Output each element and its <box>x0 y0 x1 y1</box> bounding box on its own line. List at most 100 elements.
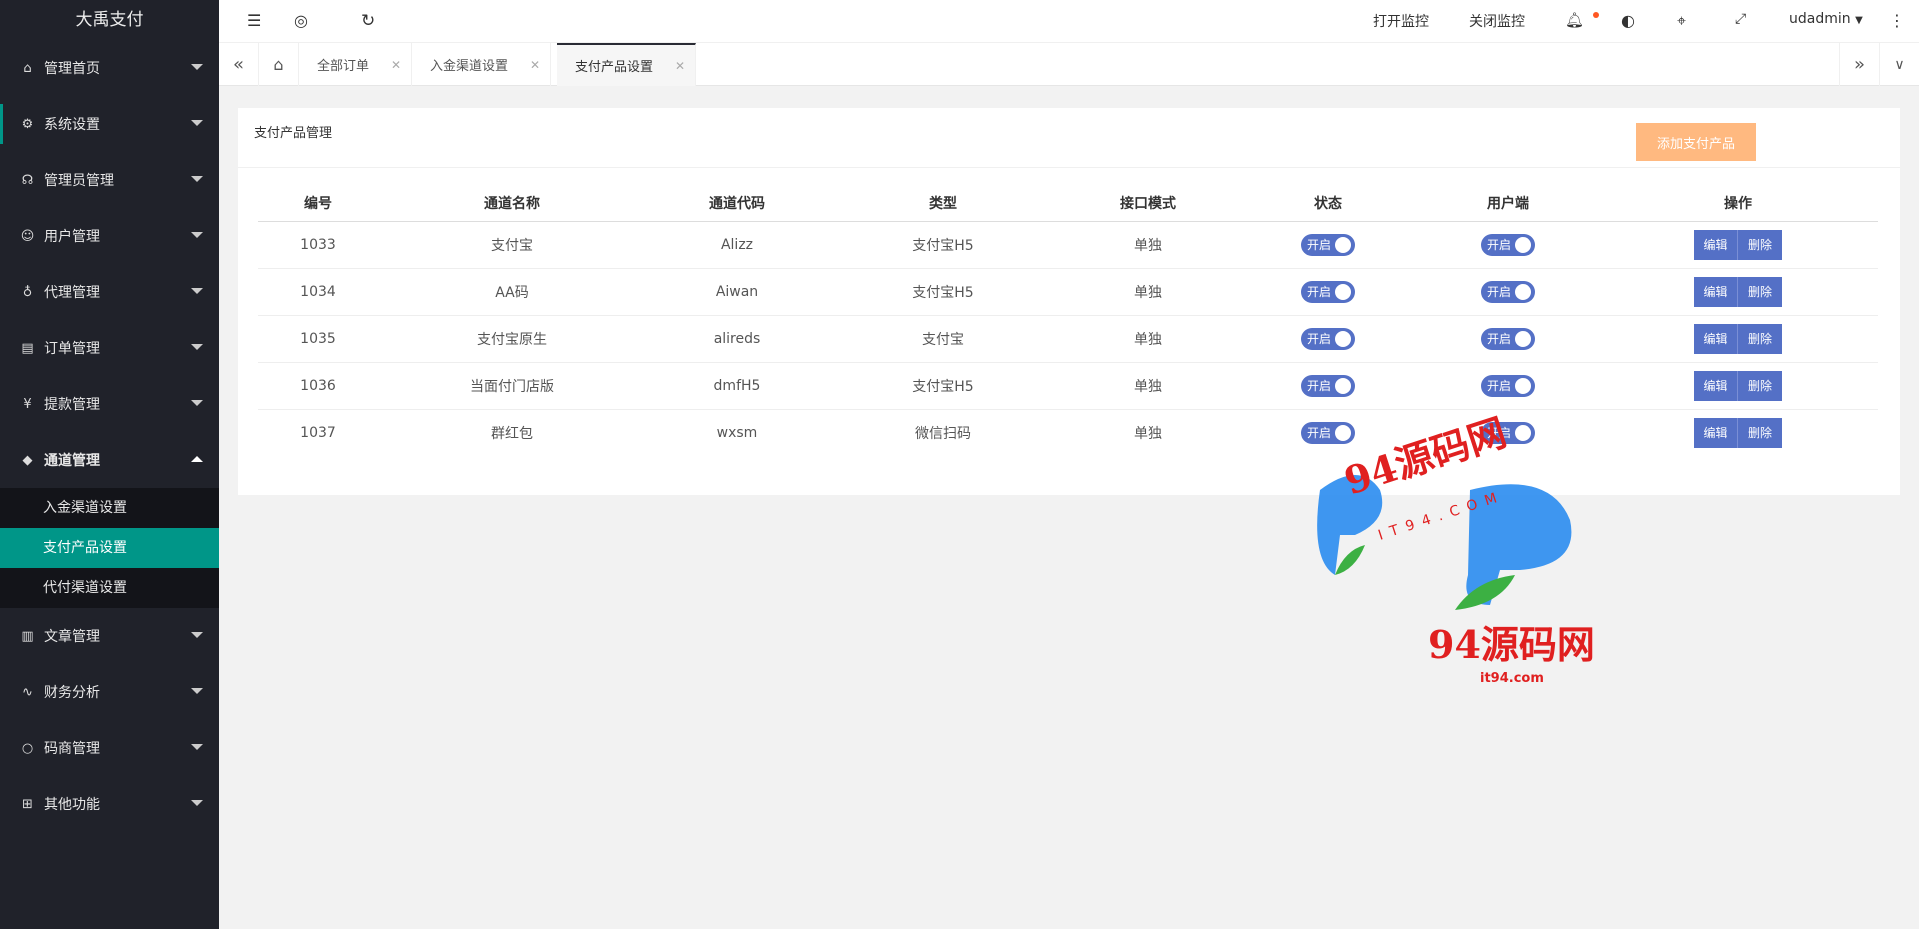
status-switch[interactable]: 开启 <box>1301 233 1355 256</box>
apps-icon: ⊞ <box>22 796 33 812</box>
chevron-down-icon <box>191 688 203 694</box>
cell-mode: 单独 <box>1058 315 1238 363</box>
more-icon[interactable]: ⋮ <box>1889 11 1905 30</box>
sidebar-item-label: 系统设置 <box>44 117 100 133</box>
delete-button[interactable]: 删除 <box>1738 370 1782 401</box>
tab-scroll-left-icon[interactable]: « <box>219 43 259 86</box>
sidebar: 大禹支付 ⌂ 管理首页 ⚙ 系统设置 ☊ 管理员管理 ☺ 用户管理 ♁ 代理管理 ▤ 订单管… <box>0 0 219 929</box>
chevron-up-icon <box>191 456 203 462</box>
delete-button[interactable]: 删除 <box>1738 323 1782 354</box>
client-switch[interactable]: 开启 <box>1481 421 1535 444</box>
watermark-leaf <box>1455 575 1515 610</box>
table-row: 1035 支付宝原生 alireds 支付宝 单独 开启 开启 编辑 删除 <box>258 315 1878 363</box>
edit-button[interactable]: 编辑 <box>1694 276 1738 307</box>
watermark-text: 94源码网 <box>1428 622 1595 667</box>
cell-type: 支付宝H5 <box>828 221 1058 269</box>
refresh-icon[interactable]: ↻ <box>361 11 375 31</box>
sidebar-item-system-settings[interactable]: ⚙ 系统设置 <box>0 96 219 152</box>
edit-button[interactable]: 编辑 <box>1694 229 1738 260</box>
delete-button[interactable]: 删除 <box>1738 417 1782 448</box>
client-switch[interactable]: 开启 <box>1481 374 1535 397</box>
switch-knob <box>1335 330 1351 347</box>
cell-status: 开启 <box>1238 268 1418 316</box>
sidebar-subitem-payment-product[interactable]: 支付产品设置 <box>0 528 219 568</box>
cell-status: 开启 <box>1238 315 1418 363</box>
tab-deposit-channel[interactable]: 入金渠道设置 ✕ <box>412 43 551 86</box>
chart-line-icon: ∿ <box>22 684 33 700</box>
close-icon[interactable]: ✕ <box>391 58 401 72</box>
card-header: 支付产品管理 添加支付产品 <box>238 108 1900 168</box>
chevron-down-icon <box>191 120 203 126</box>
edit-button[interactable]: 编辑 <box>1694 323 1738 354</box>
client-switch[interactable]: 开启 <box>1481 280 1535 303</box>
open-monitor-button[interactable]: 打开监控 <box>1373 11 1429 31</box>
sidebar-item-label: 管理员管理 <box>44 173 114 189</box>
watermark-p-shape <box>1466 484 1572 605</box>
cell-status: 开启 <box>1238 409 1418 456</box>
cell-client: 开启 <box>1418 315 1598 363</box>
user-menu[interactable]: udadmin ▼ <box>1789 11 1863 27</box>
tag-icon[interactable]: ⌖ <box>1677 11 1686 31</box>
watermark-leaf <box>1335 545 1365 575</box>
sidebar-item-user-management[interactable]: ☺ 用户管理 <box>0 208 219 264</box>
delete-button[interactable]: 删除 <box>1738 276 1782 307</box>
sidebar-subitem-deposit-channel[interactable]: 入金渠道设置 <box>0 488 219 528</box>
status-switch[interactable]: 开启 <box>1301 374 1355 397</box>
sidebar-item-withdraw-management[interactable]: ¥ 提款管理 <box>0 376 219 432</box>
tab-all-orders[interactable]: 全部订单 ✕ <box>299 43 412 86</box>
bell-icon[interactable]: 🔔︎ <box>1565 11 1584 29</box>
clipboard-icon: ▤ <box>21 340 34 356</box>
channel-submenu: 入金渠道设置 支付产品设置 代付渠道设置 <box>0 488 219 608</box>
col-header: 操作 <box>1598 185 1878 222</box>
col-header: 状态 <box>1238 185 1418 222</box>
cell-type: 支付宝H5 <box>828 362 1058 410</box>
sidebar-item-admin-management[interactable]: ☊ 管理员管理 <box>0 152 219 208</box>
status-switch[interactable]: 开启 <box>1301 280 1355 303</box>
client-switch[interactable]: 开启 <box>1481 327 1535 350</box>
tab-label: 全部订单 <box>317 59 370 74</box>
sidebar-item-merchant-management[interactable]: ○ 码商管理 <box>0 720 219 776</box>
tab-menu-chevron-icon[interactable]: ∨ <box>1879 43 1919 86</box>
sidebar-item-agent-management[interactable]: ♁ 代理管理 <box>0 264 219 320</box>
tab-payment-product[interactable]: 支付产品设置 ✕ <box>557 43 696 86</box>
sidebar-item-channel-management[interactable]: ◆ 通道管理 <box>0 432 219 488</box>
client-switch[interactable]: 开启 <box>1481 233 1535 256</box>
diamond-icon: ◆ <box>22 452 33 468</box>
col-header: 通道名称 <box>378 185 646 222</box>
sidebar-item-label: 文章管理 <box>44 629 100 645</box>
cell-type: 微信扫码 <box>915 425 971 442</box>
col-header: 类型 <box>828 185 1058 222</box>
close-icon[interactable]: ✕ <box>675 59 685 73</box>
cell-name: 支付宝原生 <box>378 315 646 363</box>
sidebar-subitem-payout-channel[interactable]: 代付渠道设置 <box>0 568 219 608</box>
home-tab-icon[interactable]: ⌂ <box>259 43 299 86</box>
home-icon: ⌂ <box>23 60 32 76</box>
chevron-down-icon <box>191 632 203 638</box>
sidebar-item-finance-analysis[interactable]: ∿ 财务分析 <box>0 664 219 720</box>
edit-button[interactable]: 编辑 <box>1694 417 1738 448</box>
fullscreen-icon[interactable]: ⤢ <box>1735 11 1746 27</box>
card-title: 支付产品管理 <box>254 126 333 141</box>
close-icon[interactable]: ✕ <box>530 58 540 72</box>
globe-icon[interactable]: ◎ <box>294 11 308 30</box>
chevron-down-icon <box>191 800 203 806</box>
cell-code: dmfH5 <box>646 362 828 410</box>
tab-scroll-right-icon[interactable]: » <box>1839 43 1879 86</box>
cell-status: 开启 <box>1238 362 1418 410</box>
sidebar-item-other-functions[interactable]: ⊞ 其他功能 <box>0 776 219 832</box>
switch-knob <box>1335 377 1351 394</box>
status-switch[interactable]: 开启 <box>1301 421 1355 444</box>
status-switch[interactable]: 开启 <box>1301 327 1355 350</box>
chevron-down-icon <box>191 232 203 238</box>
cell-actions: 编辑 删除 <box>1598 315 1878 363</box>
menu-toggle-icon[interactable]: ☰ <box>247 11 261 30</box>
sidebar-item-article-management[interactable]: ▥ 文章管理 <box>0 608 219 664</box>
edit-button[interactable]: 编辑 <box>1694 370 1738 401</box>
theme-icon[interactable]: ◐ <box>1621 11 1635 30</box>
sidebar-item-home[interactable]: ⌂ 管理首页 <box>0 40 219 96</box>
sidebar-item-order-management[interactable]: ▤ 订单管理 <box>0 320 219 376</box>
tab-bar: « ⌂ 全部订单 ✕ 入金渠道设置 ✕ 支付产品设置 ✕ » ∨ <box>219 42 1919 86</box>
delete-button[interactable]: 删除 <box>1738 229 1782 260</box>
add-product-button[interactable]: 添加支付产品 <box>1636 123 1756 161</box>
close-monitor-button[interactable]: 关闭监控 <box>1469 11 1525 31</box>
